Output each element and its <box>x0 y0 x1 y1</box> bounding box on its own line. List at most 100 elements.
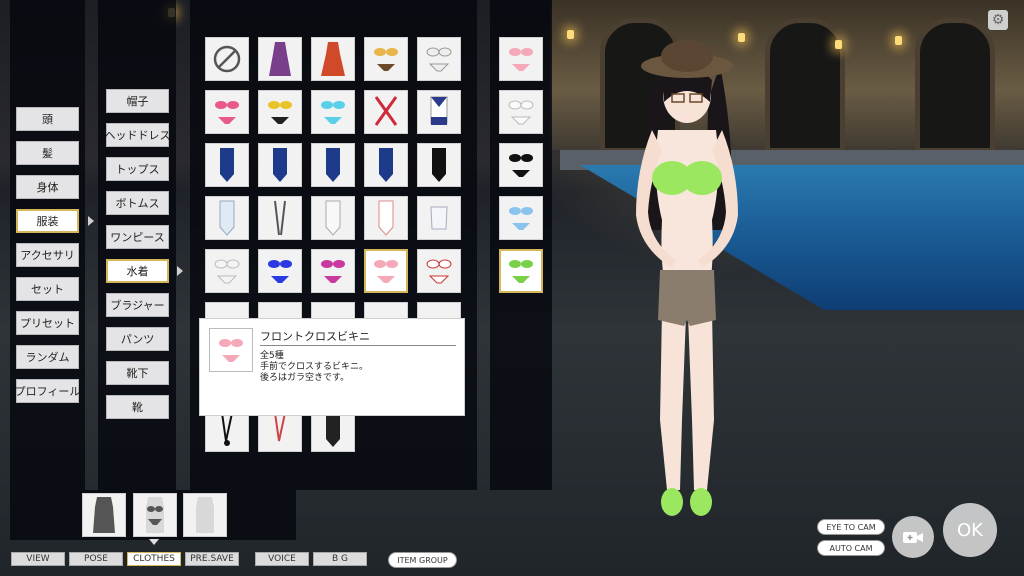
subcategory-bottoms[interactable]: ボトムス <box>106 191 169 215</box>
swimsuit-icon <box>432 148 446 182</box>
ok-button[interactable]: OK <box>943 503 997 557</box>
item-tile[interactable] <box>258 249 302 293</box>
bikini-icon <box>509 207 533 230</box>
wall-lamp <box>567 30 574 39</box>
item-tile[interactable] <box>205 143 249 187</box>
bikini-icon <box>215 101 239 124</box>
category-hair[interactable]: 髪 <box>16 141 79 165</box>
subcategory-headdress[interactable]: ヘッドドレス <box>105 123 171 147</box>
item-tile[interactable] <box>417 196 461 240</box>
bikini-icon <box>426 259 452 284</box>
none-icon <box>213 45 241 73</box>
clothing-state-nude[interactable] <box>183 493 227 537</box>
category-clothes[interactable]: 服装 <box>16 209 79 233</box>
sling-swimsuit-icon <box>221 412 233 446</box>
item-tile[interactable] <box>258 196 302 240</box>
item-tile[interactable] <box>417 37 461 81</box>
wall-lamp <box>835 40 842 49</box>
item-tile[interactable] <box>417 90 461 134</box>
item-tile[interactable] <box>364 143 408 187</box>
subcategory-swimsuit[interactable]: 水着 <box>106 259 169 283</box>
category-random[interactable]: ランダム <box>16 345 79 369</box>
item-group-button[interactable]: ITEM GROUP <box>388 552 457 568</box>
tooltip-desc-line: 後ろはガラ空きです。 <box>260 373 350 383</box>
tab-pose[interactable]: POSE <box>69 552 123 566</box>
selected-arrow-icon <box>88 216 94 226</box>
swimsuit-icon <box>326 148 340 182</box>
archway <box>765 18 845 153</box>
swimsuit-icon <box>273 148 287 182</box>
swimsuit-icon <box>326 413 340 447</box>
subcategory-panties[interactable]: パンツ <box>106 327 169 351</box>
bikini-icon <box>321 260 345 283</box>
category-preset[interactable]: プリセット <box>16 311 79 335</box>
tab-clothes[interactable]: CLOTHES <box>127 552 181 566</box>
gear-icon[interactable]: ⚙ <box>988 10 1008 30</box>
subcategory-socks[interactable]: 靴下 <box>106 361 169 385</box>
item-tile-none[interactable] <box>205 37 249 81</box>
full-clothed-icon <box>93 497 115 533</box>
wall-lamp <box>895 36 902 45</box>
bikini-icon <box>509 260 533 283</box>
dress-icon <box>321 42 345 76</box>
item-tile[interactable] <box>205 249 249 293</box>
tooltip-variant-count: 全5種 <box>260 351 284 361</box>
tab-bg[interactable]: B G <box>313 552 367 566</box>
item-tile[interactable] <box>258 143 302 187</box>
clothing-state-swimsuit[interactable] <box>133 493 177 537</box>
swimsuit-icon <box>379 148 393 182</box>
bikini-icon <box>214 259 240 284</box>
item-tile[interactable] <box>311 90 355 134</box>
triangle-down-icon <box>149 539 159 545</box>
category-accessory[interactable]: アクセサリ <box>16 243 79 267</box>
item-tile[interactable] <box>364 90 408 134</box>
bikini-icon <box>374 260 398 283</box>
variant-tile[interactable] <box>499 196 543 240</box>
camera-add-button[interactable] <box>892 516 934 558</box>
item-tile[interactable] <box>364 196 408 240</box>
variant-tile[interactable] <box>499 143 543 187</box>
tooltip-title: フロントクロスビキニ <box>260 330 370 343</box>
tab-voice[interactable]: VOICE <box>255 552 309 566</box>
subcategory-onepiece[interactable]: ワンピース <box>106 225 169 249</box>
item-tile[interactable] <box>258 37 302 81</box>
item-tile[interactable] <box>311 249 355 293</box>
eye-to-cam-button[interactable]: EYE TO CAM <box>817 519 885 535</box>
bikini-icon <box>268 260 292 283</box>
swimsuit-icon <box>325 200 341 236</box>
bikini-icon <box>321 101 345 124</box>
bikini-icon <box>219 339 243 362</box>
item-tile[interactable] <box>205 90 249 134</box>
subcategory-bra[interactable]: ブラジャー <box>106 293 169 317</box>
item-tile[interactable] <box>311 37 355 81</box>
tooltip-description: 全5種 手前でクロスするビキニ。 後ろはガラ空きです。 <box>260 351 368 384</box>
item-tile-selected[interactable] <box>364 249 408 293</box>
variant-tile[interactable] <box>499 90 543 134</box>
category-body[interactable]: 身体 <box>16 175 79 199</box>
tab-pre-save[interactable]: PRE.SAVE <box>185 552 239 566</box>
auto-cam-button[interactable]: AUTO CAM <box>817 540 885 556</box>
subcategory-hat[interactable]: 帽子 <box>106 89 169 113</box>
category-set[interactable]: セット <box>16 277 79 301</box>
item-tile[interactable] <box>364 37 408 81</box>
clothing-state-full[interactable] <box>82 493 126 537</box>
item-tile[interactable] <box>311 143 355 187</box>
item-tooltip: フロントクロスビキニ 全5種 手前でクロスするビキニ。 後ろはガラ空きです。 <box>199 318 465 416</box>
item-tile[interactable] <box>205 196 249 240</box>
subcategory-tops[interactable]: トップス <box>106 157 169 181</box>
category-head[interactable]: 頭 <box>16 107 79 131</box>
character-model <box>636 40 738 516</box>
bikini-icon <box>426 47 452 72</box>
variant-tile-selected[interactable] <box>499 249 543 293</box>
category-profile[interactable]: プロフィール <box>15 379 80 403</box>
item-tile[interactable] <box>258 90 302 134</box>
variant-tile[interactable] <box>499 37 543 81</box>
bikini-icon <box>509 48 533 71</box>
subcategory-shoes[interactable]: 靴 <box>106 395 169 419</box>
bikini-icon <box>509 154 533 177</box>
sling-swimsuit-icon <box>274 412 286 442</box>
item-tile[interactable] <box>417 249 461 293</box>
item-tile[interactable] <box>311 196 355 240</box>
item-tile[interactable] <box>417 143 461 187</box>
tab-view[interactable]: VIEW <box>11 552 65 566</box>
